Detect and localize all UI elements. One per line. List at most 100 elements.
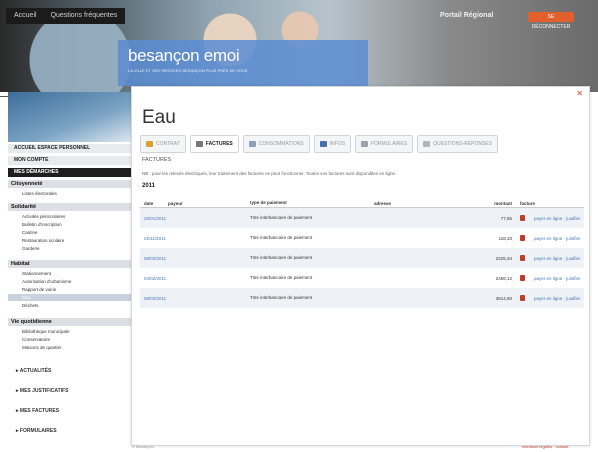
sidebar-item-eau[interactable]: Eau [8,294,132,301]
tab-label: QUESTIONS-RÉPONSES [433,141,492,147]
tab-4[interactable]: FORMULAIRES [354,135,414,153]
tab-icon [423,141,431,147]
table-body: 20/01/2011 Titre interbancaire de paiemen… [140,208,584,308]
tab-3[interactable]: INFOS [313,135,351,153]
tab-1[interactable]: FACTURES [189,135,239,153]
sidebar-item-bibliotheque[interactable]: Bibliothèque municipale [8,328,132,335]
sidebar-link-justificatifs[interactable]: ▸ MES JUSTIFICATIFS [8,388,132,394]
cell-actions-links[interactable]: payer en ligne · justifier [534,296,584,301]
tab-label: INFOS [329,141,345,147]
sidebar-item-listes[interactable]: Listes électorales [8,190,132,197]
brand-logo[interactable]: besançon emoi LA VILLE ET SES SERVICES B… [118,40,368,86]
cell-date[interactable]: 20/01/2011 [140,216,168,221]
sidebar-link-actualites[interactable]: ▸ ACTUALITÉS [8,368,132,374]
sidebar-item-restauration[interactable]: Restauration scolaire [8,237,132,244]
pdf-icon[interactable] [520,234,525,241]
cell-facture [520,214,534,222]
table-row: 02/11/2011 Titre interbancaire de paiemen… [140,228,584,248]
sidebar-item-urbanisme[interactable]: Autorisation d'urbanisme [8,278,132,285]
sidebar-section-habitat: Habitat [8,260,132,268]
brand-tagline: LA VILLE ET SES SERVICES BESANÇON PLUS P… [128,68,248,73]
header-banner: Accueil Questions fréquentes Portail Rég… [0,0,598,92]
tab-label: FACTURES [205,141,233,147]
close-icon[interactable]: ✕ [576,89,583,98]
nav-accueil-link[interactable]: Accueil [14,10,37,22]
cell-type: Titre interbancaire de paiement [250,235,313,240]
logout-button[interactable]: SE DÉCONNECTER [528,12,574,30]
table-row: 04/02/2011 Titre interbancaire de paiemen… [140,268,584,288]
cell-facture [520,274,534,282]
cell-montant: 77,55 [500,215,512,221]
tab-2[interactable]: CONSOMMATIONS [242,135,310,153]
tab-icon [319,141,327,147]
sidebar-item-stationnement[interactable]: Stationnement [8,270,132,277]
cell-type: Titre interbancaire de paiement [250,255,313,260]
pdf-icon[interactable] [520,214,525,221]
portal-label: Portail Régional [440,12,494,19]
col-montant: montant [494,200,512,206]
page-title: Eau [142,107,176,128]
cell-facture [520,234,534,242]
cell-actions-links[interactable]: payer en ligne · justifier [534,276,584,281]
tab-icon [248,141,256,147]
sidebar-item-dechets[interactable]: Déchets [8,302,132,309]
cell-date[interactable]: 08/03/2011 [140,256,168,261]
cell-date[interactable]: 08/03/2011 [140,296,168,301]
section-label: FACTURES [142,157,172,163]
footer-right-links[interactable]: mentions légales · contact [522,444,568,449]
tab-0[interactable]: CONTRAT [140,135,186,153]
table-header: date payeur type de paiement adresse mon… [140,199,584,208]
sidebar-section-citoyennete: Citoyenneté [8,180,132,188]
tab-icon [360,141,368,147]
tab-bar: CONTRAT FACTURES CONSOMMATIONS INFOS FORMULA… [140,135,498,153]
sidebar-item-voirie[interactable]: Rapport de voirie [8,286,132,293]
cell-actions-links[interactable]: payer en ligne · justifier [534,256,584,261]
sidebar-link-formulaires[interactable]: ▸ FORMULAIRES [8,428,132,434]
sidebar-item-bulletin[interactable]: Bulletin d'inscription [8,221,132,228]
sidebar-link-actualites-label: ACTUALITÉS [19,368,52,374]
cell-actions-links[interactable]: payer en ligne · justifier [534,236,584,241]
sidebar-item-maisons[interactable]: Maisons de quartier [8,344,132,351]
sidebar-item-accueil[interactable]: ACCUEIL ESPACE PERSONNEL [8,144,132,153]
cell-actions-links[interactable]: payer en ligne · justifier [534,216,584,221]
cell-montant: 118,33 [498,235,512,241]
col-facture: facture [520,200,536,206]
tab-icon [195,141,203,147]
tab-label: FORMULAIRES [370,141,408,147]
table-row: 20/01/2011 Titre interbancaire de paiemen… [140,208,584,228]
cell-type: Titre interbancaire de paiement [250,295,313,300]
cell-montant: 3814,50 [495,295,512,301]
pdf-icon[interactable] [520,294,525,301]
tab-icon [146,141,153,147]
sidebar-link-factures-label: MES FACTURES [19,408,60,414]
cell-date[interactable]: 04/02/2011 [140,276,168,281]
cell-type: Titre interbancaire de paiement [250,215,313,220]
sidebar-item-mes-demarches[interactable]: MES DÉMARCHES [8,168,132,177]
cell-date[interactable]: 02/11/2011 [140,236,168,241]
col-payeur: payeur [168,200,183,206]
info-text: NB : pour les relevés électriques, leur … [142,171,397,176]
year-heading: 2011 [142,183,156,189]
sidebar-link-factures[interactable]: ▸ MES FACTURES [8,408,132,414]
cell-facture [520,294,534,302]
sidebar-item-cantine[interactable]: Cantine [8,229,132,236]
sidebar-item-conservatoire[interactable]: Conservatoire [8,336,132,343]
tab-label: CONTRAT [156,141,180,147]
cell-montant: 2468,12 [495,275,512,281]
nav-faq-link[interactable]: Questions fréquentes [51,10,118,22]
pdf-icon[interactable] [520,254,525,261]
cell-type: Titre interbancaire de paiement [250,275,313,280]
pdf-icon[interactable] [520,274,525,281]
col-date: date [144,200,154,206]
cell-montant: 2225,34 [495,255,512,261]
sidebar-item-garderie[interactable]: Garderie [8,245,132,252]
tab-5[interactable]: QUESTIONS-RÉPONSES [417,135,498,153]
sidebar-section-vie-quotidienne: Vie quotidienne [8,318,132,326]
invoice-table: date payeur type de paiement adresse mon… [140,199,584,308]
col-type: type de paiement [250,200,287,205]
cell-facture [520,254,534,262]
sidebar-item-periscolaires[interactable]: Activités périscolaires [8,213,132,220]
footer-left: © Besançon [132,444,154,449]
sidebar-item-mon-compte[interactable]: MON COMPTE [8,156,132,165]
sidebar-link-formulaires-label: FORMULAIRES [19,428,57,434]
